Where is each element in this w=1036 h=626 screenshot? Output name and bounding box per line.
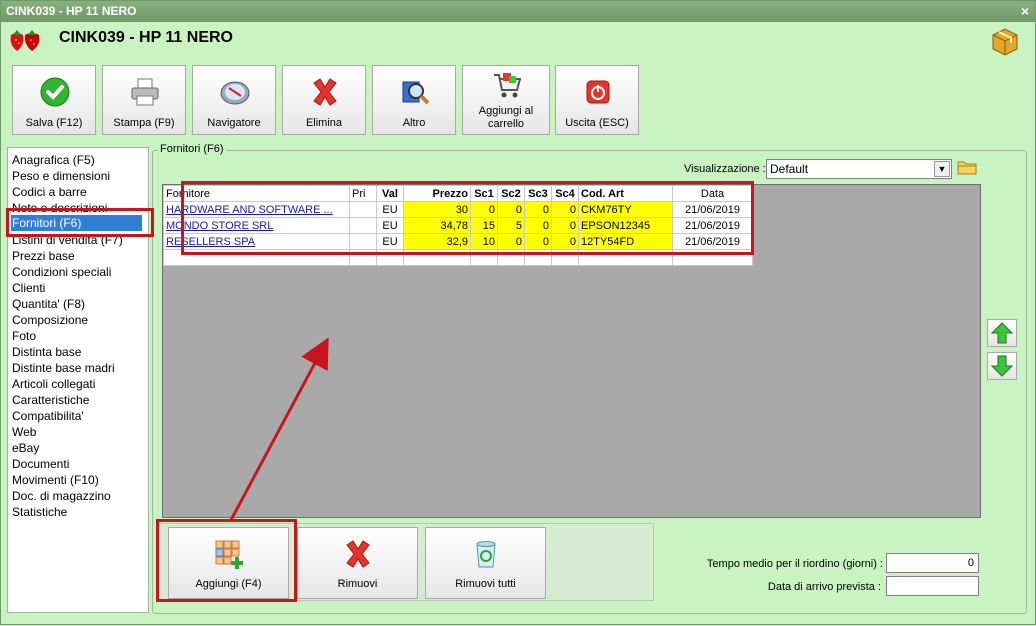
view-label: Visualizzazione : [684, 163, 766, 175]
remove-label: Rimuovi [337, 578, 378, 590]
red-x-icon [346, 540, 370, 568]
add-to-cart-button[interactable]: Aggiungi al carrello [462, 65, 550, 135]
strawberry-logo-icon [10, 30, 40, 51]
magnifier-icon [402, 81, 430, 105]
sidebar-item-documenti[interactable]: Documenti [12, 456, 69, 472]
cart-label-line1: Aggiungi al [478, 105, 534, 117]
print-button[interactable]: Stampa (F9) [102, 65, 186, 135]
main-window: CINK039 - HP 11 NERO × CINK039 - HP 11 N… [0, 0, 1036, 625]
view-select-value: Default [770, 162, 809, 176]
other-label: Altro [402, 117, 426, 129]
page-title: CINK039 - HP 11 NERO [59, 29, 233, 46]
sidebar-item-compatibilita[interactable]: Compatibilita' [12, 408, 84, 424]
remove-button[interactable]: Rimuovi [297, 527, 418, 599]
move-down-button[interactable] [987, 352, 1017, 380]
printer-icon [131, 78, 159, 106]
add-to-cart-label: Aggiungi al carrello [463, 105, 549, 131]
title-bar: CINK039 - HP 11 NERO × [1, 1, 1035, 22]
sidebar-item-movimenti[interactable]: Movimenti (F10) [12, 472, 99, 488]
sidebar-item-codici[interactable]: Codici a barre [12, 184, 87, 200]
exit-label: Uscita (ESC) [565, 117, 629, 129]
arrow-down-icon [990, 355, 1014, 377]
sidebar-item-quantita[interactable]: Quantita' (F8) [12, 296, 85, 312]
sidebar-item-composizione[interactable]: Composizione [12, 312, 88, 328]
window-title: CINK039 - HP 11 NERO [6, 4, 137, 18]
save-button[interactable]: Salva (F12) [12, 65, 96, 135]
sidebar-item-condizioni[interactable]: Condizioni speciali [12, 264, 111, 280]
sidebar-item-articoli[interactable]: Articoli collegati [12, 376, 95, 392]
other-button[interactable]: Altro [372, 65, 456, 135]
sidebar-item-caratteristiche[interactable]: Caratteristiche [12, 392, 89, 408]
folder-icon[interactable] [957, 158, 977, 176]
sidebar-item-doc-magazzino[interactable]: Doc. di magazzino [12, 488, 111, 504]
sidebar-item-ebay[interactable]: eBay [12, 440, 39, 456]
exit-button[interactable]: Uscita (ESC) [555, 65, 639, 135]
cart-label-line2: carrello [487, 118, 525, 130]
arrival-date-input[interactable] [886, 576, 979, 596]
sidebar-item-statistiche[interactable]: Statistiche [12, 504, 67, 520]
sidebar-item-anagrafica[interactable]: Anagrafica (F5) [12, 152, 95, 168]
remove-all-label: Rimuovi tutti [455, 578, 516, 590]
power-icon [586, 80, 610, 104]
delete-label: Elimina [305, 117, 343, 129]
sidebar-item-clienti[interactable]: Clienti [12, 280, 45, 296]
print-label: Stampa (F9) [113, 117, 175, 129]
remove-all-button[interactable]: Rimuovi tutti [425, 527, 546, 599]
header: CINK039 - HP 11 NERO [1, 22, 1035, 58]
sidebar-item-prezzi-base[interactable]: Prezzi base [12, 248, 75, 264]
navigator-button[interactable]: Navigatore [192, 65, 276, 135]
sidebar-item-web[interactable]: Web [12, 424, 36, 440]
panel-title: Fornitori (F6) [158, 143, 226, 155]
arrival-date-label: Data di arrivo prevista : [767, 581, 881, 593]
sidebar-item-peso[interactable]: Peso e dimensioni [12, 168, 110, 184]
sidebar-highlight-box [6, 208, 154, 237]
package-icon[interactable] [989, 25, 1021, 57]
arrow-up-icon [990, 322, 1014, 344]
navigator-label: Navigatore [207, 117, 261, 129]
reorder-label: Tempo medio per il riordino (giorni) : [706, 558, 883, 570]
checkmark-icon [40, 77, 70, 107]
move-up-button[interactable] [987, 319, 1017, 347]
close-icon[interactable]: × [1021, 1, 1029, 22]
reorder-days-input[interactable]: 0 [886, 553, 979, 573]
save-label: Salva (F12) [25, 117, 83, 129]
recycle-bin-icon [476, 541, 496, 568]
table-highlight-box [181, 181, 754, 255]
sidebar-item-distinta-base[interactable]: Distinta base [12, 344, 81, 360]
view-select[interactable]: Default ▼ [766, 159, 952, 179]
compass-icon [220, 81, 250, 105]
red-x-icon [313, 78, 337, 106]
sidebar-item-distinte-madri[interactable]: Distinte base madri [12, 360, 115, 376]
add-button-highlight-box [156, 519, 297, 602]
chevron-down-icon[interactable]: ▼ [934, 161, 950, 177]
delete-button[interactable]: Elimina [282, 65, 366, 135]
cart-icon [494, 73, 522, 98]
sidebar-item-foto[interactable]: Foto [12, 328, 36, 344]
